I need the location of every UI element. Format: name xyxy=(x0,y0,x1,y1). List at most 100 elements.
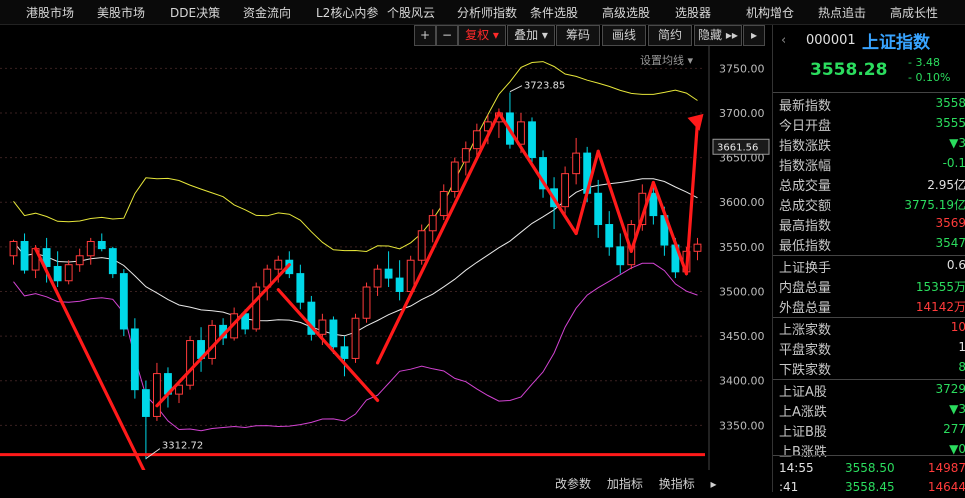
quote-value: 1 xyxy=(958,340,965,354)
quote-label: 总成交额 xyxy=(779,199,832,214)
candle-body xyxy=(649,192,658,217)
nav-l2[interactable]: L2核心内参 xyxy=(316,4,378,21)
overlay-button[interactable]: 叠加 ▾ xyxy=(507,25,555,46)
candle-body xyxy=(130,328,139,391)
divider xyxy=(773,455,965,456)
candle-body xyxy=(75,255,84,266)
candle-body xyxy=(119,273,128,330)
hide-button[interactable]: 隐藏 ▸▸ xyxy=(694,25,742,46)
quote-value: 3558 xyxy=(935,96,965,110)
change-percent: - 0.10% xyxy=(908,71,951,84)
y-tick-label: 3450.00 xyxy=(719,330,765,343)
quote-row: 最低指数 3547 xyxy=(773,234,965,254)
add-indicator-button[interactable]: 加指标 xyxy=(607,477,643,491)
quote-row: 上涨家数 10 xyxy=(773,318,965,338)
change-value: - 3.48 xyxy=(908,56,940,69)
zoom-out-button[interactable]: − xyxy=(436,25,458,46)
candle-body xyxy=(572,152,581,175)
quote-label: 内盘总量 xyxy=(779,281,832,296)
quote-row: 总成交量 2.95亿 xyxy=(773,174,965,194)
quote-row: 上证A股 3729 xyxy=(773,380,965,400)
tick-time: 14:55 xyxy=(779,461,814,475)
candle-body xyxy=(362,286,371,319)
edit-params-button[interactable]: 改参数 xyxy=(555,477,591,491)
nav-us-market[interactable]: 美股市场 xyxy=(97,4,145,21)
trend-line xyxy=(155,263,291,408)
quote-value: ▼3 xyxy=(949,136,965,150)
quote-row: 上A涨跌 ▼3 xyxy=(773,400,965,420)
quote-label: 最新指数 xyxy=(779,99,832,114)
candle-body xyxy=(693,243,702,252)
candle-body xyxy=(417,230,426,261)
quote-label: 指数涨跌 xyxy=(779,139,832,154)
chip-button[interactable]: 筹码 xyxy=(556,25,600,46)
candle-body xyxy=(186,340,194,386)
candle-body xyxy=(428,215,437,232)
quote-label: 外盘总量 xyxy=(779,301,832,316)
candle-body xyxy=(86,240,95,257)
tick-row: 14:55 3558.50 14987 xyxy=(773,459,965,479)
tick-row: :41 3558.45 14644 xyxy=(773,478,965,498)
high-marker xyxy=(509,85,523,93)
tick-price: 3558.50 xyxy=(845,461,895,475)
nav-stock-picker[interactable]: 选股器 xyxy=(675,4,711,21)
draw-line-button[interactable]: 画线 xyxy=(602,25,646,46)
quote-row: 最高指数 3569 xyxy=(773,214,965,234)
y-tick-label: 3750.00 xyxy=(719,62,765,75)
expand-right-icon[interactable]: ▸ xyxy=(743,25,765,46)
nav-hk-market[interactable]: 港股市场 xyxy=(26,4,74,21)
quote-label: 上A涨跌 xyxy=(779,405,827,420)
candle-body xyxy=(9,240,18,257)
candle-body xyxy=(461,148,470,163)
candle-body xyxy=(373,268,382,288)
chevron-left-icon[interactable]: ‹ xyxy=(781,33,786,48)
quote-value: 10 xyxy=(950,320,965,334)
nav-capital-flow[interactable]: 资金流向 xyxy=(243,4,291,21)
trend-line xyxy=(375,111,501,365)
quote-value: 2.95亿 xyxy=(927,178,965,192)
y-tick-label: 3700.00 xyxy=(719,107,765,120)
candlestick-chart[interactable]: 3750.003700.003650.003600.003550.003500.… xyxy=(0,46,770,470)
stock-name: 上证指数 xyxy=(862,33,930,53)
nav-condition-pick[interactable]: 条件选股 xyxy=(530,4,578,21)
simple-button[interactable]: 简约 xyxy=(648,25,692,46)
current-price-label: 3661.56 xyxy=(717,142,758,153)
chevron-down-icon: ▾ xyxy=(538,28,548,42)
nav-advanced-pick[interactable]: 高级选股 xyxy=(602,4,650,21)
candle-body xyxy=(53,265,62,282)
quote-row: 下跌家数 8 xyxy=(773,358,965,378)
quote-row: 今日开盘 3555 xyxy=(773,114,965,134)
candle-body xyxy=(274,259,283,270)
bottom-toolbar: 改参数 加指标 换指标 ▸ xyxy=(555,475,729,492)
switch-indicator-button[interactable]: 换指标 xyxy=(659,477,695,491)
nav-analyst-index[interactable]: 分析师指数 xyxy=(457,4,517,21)
quote-row: 总成交额 3775.19亿 xyxy=(773,194,965,214)
quote-value: 3547 xyxy=(935,236,965,250)
nav-dde[interactable]: DDE决策 xyxy=(170,4,220,21)
candle-body xyxy=(153,373,161,417)
fuquan-button[interactable]: 复权 ▾ xyxy=(458,25,506,46)
quote-value: 3555 xyxy=(935,116,965,130)
nav-stock-news[interactable]: 个股风云 xyxy=(387,4,435,21)
quote-label: 平盘家数 xyxy=(779,343,832,358)
nav-institution[interactable]: 机构增仓 xyxy=(746,4,794,21)
candle-body xyxy=(561,173,570,208)
quote-value: ▼3 xyxy=(949,402,965,416)
nav-hotspot[interactable]: 热点追击 xyxy=(818,4,866,21)
menu-arrow-icon[interactable]: ▸ xyxy=(711,477,717,491)
quote-label: 最低指数 xyxy=(779,239,832,254)
quote-row: 平盘家数 1 xyxy=(773,338,965,358)
nav-growth[interactable]: 高成长性 xyxy=(890,4,938,21)
candle-body xyxy=(208,324,217,359)
candle-body xyxy=(351,317,360,359)
quote-label: 总成交量 xyxy=(779,179,832,194)
candle-body xyxy=(395,277,404,292)
zoom-in-button[interactable]: + xyxy=(414,25,436,46)
quote-row: 指数涨幅 -0.1 xyxy=(773,154,965,174)
quote-value: 3775.19亿 xyxy=(904,198,965,212)
quote-label: 上B涨跌 xyxy=(779,445,827,460)
candle-body xyxy=(384,268,393,279)
divider xyxy=(773,92,965,93)
candle-body xyxy=(439,190,448,217)
candle-body xyxy=(64,264,73,282)
